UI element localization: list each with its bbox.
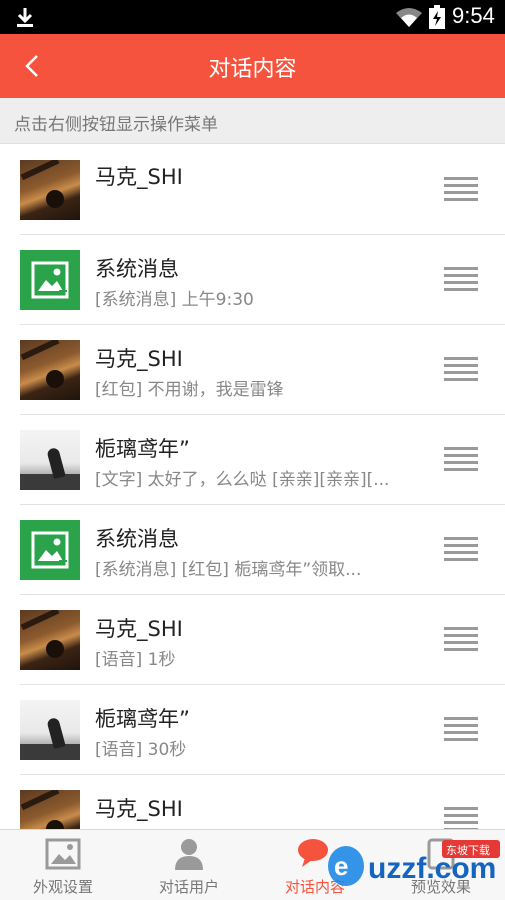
- wifi-icon: [396, 8, 422, 27]
- hint-text: 点击右侧按钮显示操作菜单: [14, 115, 218, 135]
- row-menu-icon[interactable]: [444, 177, 478, 203]
- row-menu-icon[interactable]: [444, 717, 478, 743]
- avatar: [20, 610, 80, 670]
- row-menu-icon[interactable]: [444, 627, 478, 653]
- conversation-row[interactable]: 马克_SHI: [20, 145, 505, 235]
- watermark-badge: 东坡下载: [446, 844, 490, 857]
- tab-appearance[interactable]: 外观设置: [0, 830, 126, 900]
- system-image-icon: [31, 261, 69, 299]
- avatar: [20, 160, 80, 220]
- conversation-name: 马克_SHI: [95, 797, 183, 821]
- conversation-name: 系统消息: [95, 257, 179, 281]
- avatar: [20, 340, 80, 400]
- conversation-preview: [语音] 30秒: [95, 740, 187, 760]
- conversation-preview: [系统消息] [红包] 栀璃鸢年”领取...: [95, 560, 362, 580]
- conversation-name: 马克_SHI: [95, 347, 183, 371]
- download-icon: [17, 8, 33, 27]
- conversation-list[interactable]: 马克_SHI 系统消息 [系统消息] 上午9:30 马克_SHI [红包] 不用谢，我是…: [0, 145, 505, 829]
- image-icon: [45, 838, 81, 870]
- conversation-row[interactable]: 栀璃鸢年” [文字] 太好了，么么哒 [亲亲][亲亲][...: [20, 415, 505, 505]
- avatar: [20, 790, 80, 829]
- conversation-row[interactable]: 马克_SHI[文字] [偷笑][偷笑][微笑]: [20, 775, 505, 829]
- conversation-name: 系统消息: [95, 527, 179, 551]
- watermark-logo: e uzzf.com 东坡下载: [328, 840, 500, 886]
- system-image-icon: [31, 531, 69, 569]
- conversation-name: 马克_SHI: [95, 165, 183, 189]
- row-menu-icon[interactable]: [444, 807, 478, 829]
- avatar: [20, 520, 80, 580]
- status-bar: 9:54: [0, 0, 505, 34]
- conversation-row[interactable]: 马克_SHI [红包] 不用谢，我是雷锋: [20, 325, 505, 415]
- row-menu-icon[interactable]: [444, 447, 478, 473]
- clock: 9:54: [452, 3, 495, 28]
- conversation-row[interactable]: 系统消息 [系统消息] [红包] 栀璃鸢年”领取...: [20, 505, 505, 595]
- avatar: [20, 250, 80, 310]
- tab-users[interactable]: 对话用户: [126, 830, 252, 900]
- conversation-name: 栀璃鸢年”: [95, 707, 190, 731]
- avatar: [20, 430, 80, 490]
- header: 对话内容: [0, 34, 505, 98]
- conversation-row[interactable]: 系统消息 [系统消息] 上午9:30: [20, 235, 505, 325]
- conversation-preview: [系统消息] 上午9:30: [95, 290, 254, 310]
- conversation-preview: [文字] 太好了，么么哒 [亲亲][亲亲][...: [95, 470, 390, 490]
- avatar: [20, 700, 80, 760]
- conversation-preview: [语音] 1秒: [95, 650, 176, 670]
- conversation-name: 马克_SHI: [95, 617, 183, 641]
- row-menu-icon[interactable]: [444, 267, 478, 293]
- tab-label: 对话用户: [158, 878, 219, 896]
- conversation-preview: [红包] 不用谢，我是雷锋: [95, 380, 284, 400]
- conversation-row[interactable]: 马克_SHI [语音] 1秒: [20, 595, 505, 685]
- user-icon: [175, 839, 203, 870]
- tab-label: 外观设置: [32, 878, 93, 896]
- row-menu-icon[interactable]: [444, 357, 478, 383]
- page-title: 对话内容: [208, 57, 297, 82]
- hint-bar: 点击右侧按钮显示操作菜单: [0, 98, 505, 144]
- svg-text:e: e: [334, 851, 348, 881]
- battery-charging-icon: [429, 5, 445, 29]
- row-menu-icon[interactable]: [444, 537, 478, 563]
- conversation-name: 栀璃鸢年”: [95, 437, 190, 461]
- conversation-row[interactable]: 栀璃鸢年” [语音] 30秒: [20, 685, 505, 775]
